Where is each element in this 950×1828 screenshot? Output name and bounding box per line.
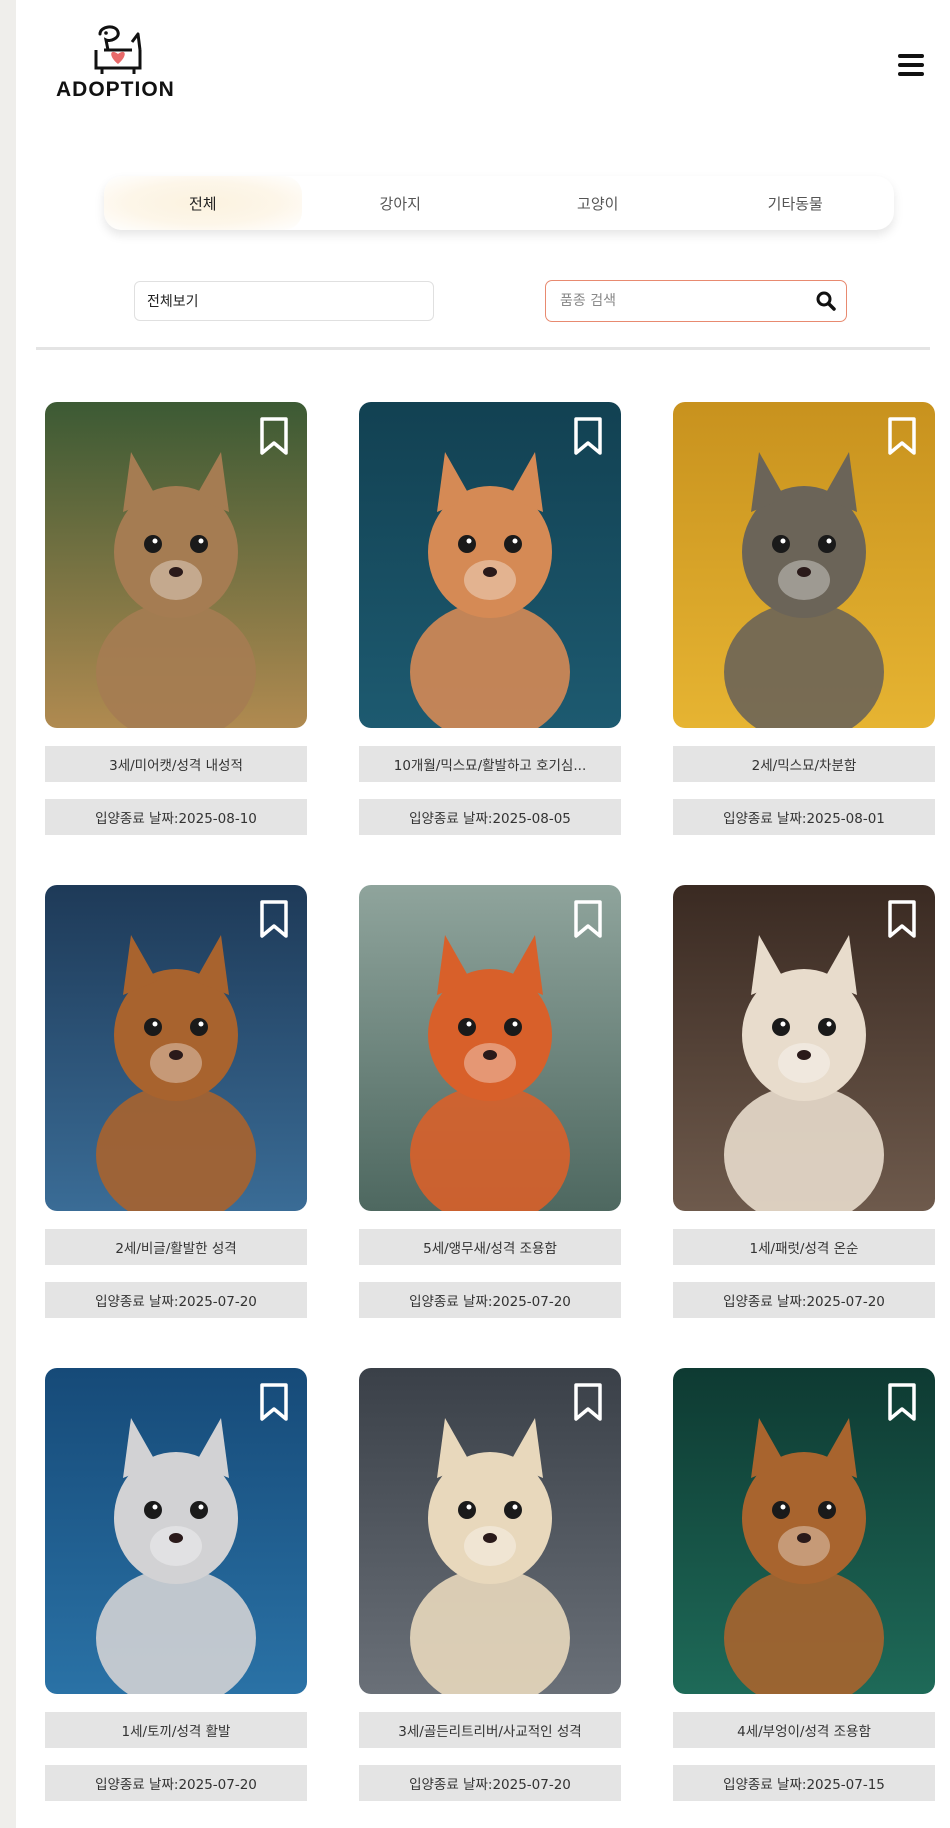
- hamburger-menu-icon[interactable]: [896, 52, 926, 78]
- breed-search: [545, 280, 847, 322]
- adoption-end-date: 입양종료 날짜:2025-07-20: [359, 1765, 621, 1801]
- animal-info-label: 5세/앵무새/성격 조용함: [359, 1229, 621, 1265]
- adoption-end-date: 입양종료 날짜:2025-07-20: [673, 1282, 935, 1318]
- animal-info-label: 4세/부엉이/성격 조용함: [673, 1712, 935, 1748]
- animal-photo[interactable]: [45, 1368, 307, 1694]
- tab-cats[interactable]: 고양이: [499, 176, 697, 230]
- breed-search-input[interactable]: [546, 280, 806, 322]
- animal-photo[interactable]: [359, 1368, 621, 1694]
- animal-info-label: 1세/토끼/성격 활발: [45, 1712, 307, 1748]
- adoption-end-date: 입양종료 날짜:2025-08-10: [45, 799, 307, 835]
- adoption-end-date: 입양종료 날짜:2025-07-20: [45, 1765, 307, 1801]
- bookmark-icon[interactable]: [573, 1382, 603, 1422]
- bookmark-icon[interactable]: [887, 416, 917, 456]
- animal-info-label: 3세/골든리트리버/사교적인 성격: [359, 1712, 621, 1748]
- bookmark-icon[interactable]: [259, 899, 289, 939]
- pet-logo-icon: [94, 25, 142, 74]
- category-tabs: 전체 강아지 고양이 기타동물: [104, 176, 894, 230]
- animal-photo[interactable]: [673, 885, 935, 1211]
- adoption-end-date: 입양종료 날짜:2025-08-05: [359, 799, 621, 835]
- divider: [36, 347, 930, 350]
- logo-text: ADOPTION: [56, 78, 175, 101]
- bookmark-icon[interactable]: [573, 899, 603, 939]
- animal-card: 2세/믹스묘/차분함 입양종료 날짜:2025-08-01: [673, 402, 935, 835]
- animal-info-label: 2세/비글/활발한 성격: [45, 1229, 307, 1265]
- animal-card: 2세/비글/활발한 성격 입양종료 날짜:2025-07-20: [45, 885, 307, 1318]
- search-icon[interactable]: [806, 281, 846, 321]
- adoption-end-date: 입양종료 날짜:2025-08-01: [673, 799, 935, 835]
- adoption-end-date: 입양종료 날짜:2025-07-20: [359, 1282, 621, 1318]
- tab-dogs[interactable]: 강아지: [302, 176, 500, 230]
- animal-card: 5세/앵무새/성격 조용함 입양종료 날짜:2025-07-20: [359, 885, 621, 1318]
- view-filter-select[interactable]: 전체보기: [134, 281, 434, 321]
- animal-photo[interactable]: [45, 402, 307, 728]
- animal-info-label: 2세/믹스묘/차분함: [673, 746, 935, 782]
- animal-photo[interactable]: [359, 402, 621, 728]
- bookmark-icon[interactable]: [573, 416, 603, 456]
- animal-photo[interactable]: [359, 885, 621, 1211]
- bookmark-icon[interactable]: [887, 1382, 917, 1422]
- bookmark-icon[interactable]: [259, 416, 289, 456]
- animal-info-label: 3세/미어캣/성격 내성적: [45, 746, 307, 782]
- animal-info-label: 10개월/믹스묘/활발하고 호기심...: [359, 746, 621, 782]
- animal-card: 1세/패럿/성격 온순 입양종료 날짜:2025-07-20: [673, 885, 935, 1318]
- tab-all[interactable]: 전체: [104, 176, 302, 230]
- animal-photo[interactable]: [673, 1368, 935, 1694]
- adoption-end-date: 입양종료 날짜:2025-07-20: [45, 1282, 307, 1318]
- bookmark-icon[interactable]: [887, 899, 917, 939]
- filter-row: 전체보기: [16, 276, 950, 324]
- animal-card: 3세/골든리트리버/사교적인 성격 입양종료 날짜:2025-07-20: [359, 1368, 621, 1801]
- animal-card: 3세/미어캣/성격 내성적 입양종료 날짜:2025-08-10: [45, 402, 307, 835]
- header: ADOPTION: [16, 0, 950, 140]
- logo[interactable]: ADOPTION: [56, 24, 196, 104]
- tab-other-animals[interactable]: 기타동물: [697, 176, 895, 230]
- bookmark-icon[interactable]: [259, 1382, 289, 1422]
- animal-photo[interactable]: [45, 885, 307, 1211]
- animal-card: 4세/부엉이/성격 조용함 입양종료 날짜:2025-07-15: [673, 1368, 935, 1801]
- animal-photo[interactable]: [673, 402, 935, 728]
- animal-info-label: 1세/패럿/성격 온순: [673, 1229, 935, 1265]
- animal-card: 10개월/믹스묘/활발하고 호기심... 입양종료 날짜:2025-08-05: [359, 402, 621, 835]
- animal-card: 1세/토끼/성격 활발 입양종료 날짜:2025-07-20: [45, 1368, 307, 1801]
- adoption-end-date: 입양종료 날짜:2025-07-15: [673, 1765, 935, 1801]
- page: ADOPTION 전체 강아지 고양이 기타동물 전체보기 품종 검색 3세/미…: [16, 0, 950, 1828]
